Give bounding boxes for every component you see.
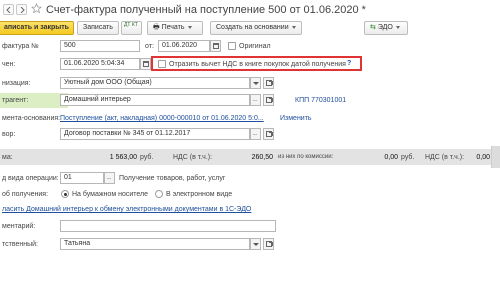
commission-currency: руб. xyxy=(401,154,415,161)
sum-value: 1 563,00 xyxy=(109,154,137,161)
save-button[interactable]: Записать xyxy=(77,21,119,35)
electronic-radio[interactable] xyxy=(155,190,163,198)
favorite-star-icon[interactable] xyxy=(31,3,42,14)
original-label: Оригинал xyxy=(239,43,271,50)
sum-currency: руб. xyxy=(140,154,154,161)
original-checkbox[interactable] xyxy=(228,42,236,50)
save-and-close-button[interactable]: аписать и закрыть xyxy=(0,21,74,35)
edo-button[interactable]: ⇆ ЭДО xyxy=(364,21,408,35)
contract-open-button[interactable] xyxy=(263,128,274,140)
edo-icon: ⇆ xyxy=(370,24,378,31)
organization-label: низация: xyxy=(2,80,31,87)
vat2-value: 0,00 xyxy=(476,154,490,161)
received-datetime-field[interactable]: 01.06.2020 5:04:34 xyxy=(60,58,140,70)
dt-kt-icon: ДТ КТ xyxy=(124,22,138,28)
forward-button[interactable] xyxy=(16,4,27,15)
vat-deduction-checkbox[interactable] xyxy=(158,60,166,68)
open-icon xyxy=(266,241,273,247)
print-label: Печать xyxy=(161,24,185,31)
kpp-link[interactable]: КПП 770301001 xyxy=(295,97,346,104)
calendar-icon xyxy=(213,43,219,49)
base-documents-label: мента-основания: xyxy=(2,115,61,122)
vat-label: НДС (в т.ч.): xyxy=(173,154,213,161)
counterparty-field[interactable]: Домашний интерьер xyxy=(60,94,250,106)
sum-label: ма: xyxy=(2,154,13,161)
invoice-number-label: фактура № xyxy=(2,43,39,50)
ellipsis-icon: ... xyxy=(107,175,111,181)
chevron-down-icon xyxy=(187,25,192,29)
contract-label: вор: xyxy=(2,131,16,138)
counterparty-select-button[interactable]: ... xyxy=(250,94,261,106)
contract-field[interactable]: Договор поставки № 345 от 01.12.2017 xyxy=(60,128,250,140)
comment-label: ментарий: xyxy=(2,223,36,230)
operation-code-select-button[interactable]: ... xyxy=(104,172,115,184)
create-based-on-button[interactable]: Создать на основании xyxy=(210,21,302,35)
help-icon[interactable]: ? xyxy=(347,60,351,67)
responsible-label: тственный: xyxy=(2,241,38,248)
paper-radio-label: На бумажном носителе xyxy=(72,191,149,198)
chevron-down-icon xyxy=(253,82,259,85)
commission-label: из них по комиссии: xyxy=(278,154,334,160)
edo-invite-link[interactable]: ласить Домашний интерьер к обмену электр… xyxy=(2,206,251,213)
create-based-on-label: Создать на основании xyxy=(216,24,289,31)
organization-field[interactable]: Уютный дом ООО (Общая) xyxy=(60,77,250,89)
invoice-date-label: от: xyxy=(145,43,154,50)
operation-description: Получение товаров, работ, услуг xyxy=(119,175,226,182)
print-button[interactable]: 🖶 Печать xyxy=(147,21,203,35)
open-icon xyxy=(266,80,273,86)
chevron-down-icon xyxy=(253,243,259,246)
vat-deduction-label: Отразить вычет НДС в книге покупок датой… xyxy=(169,61,346,68)
responsible-dropdown-button[interactable] xyxy=(250,238,261,250)
chevron-down-icon xyxy=(291,25,296,29)
electronic-radio-label: В электронном виде xyxy=(166,191,233,198)
counterparty-label: трагент: xyxy=(2,97,29,104)
edo-label: ЭДО xyxy=(377,24,393,31)
scrollbar[interactable] xyxy=(491,146,500,168)
dt-kt-button[interactable]: ДТ КТ xyxy=(121,21,142,35)
base-document-link[interactable]: Поступление (акт, накладная) 0000-000010… xyxy=(60,115,264,122)
calendar-button[interactable] xyxy=(140,58,151,70)
commission-value: 0,00 xyxy=(384,154,398,161)
received-label: чен: xyxy=(2,61,16,68)
page-title: Счет-фактура полученный на поступление 5… xyxy=(46,4,366,16)
operation-code-label: д вида операции: xyxy=(2,175,59,182)
calendar-button[interactable] xyxy=(210,40,221,52)
organization-dropdown-button[interactable] xyxy=(250,77,261,89)
open-icon xyxy=(266,97,273,103)
paper-radio[interactable] xyxy=(61,190,69,198)
open-icon xyxy=(266,131,273,137)
calendar-icon xyxy=(143,61,149,67)
organization-open-button[interactable] xyxy=(263,77,274,89)
responsible-open-button[interactable] xyxy=(263,238,274,250)
ellipsis-icon: ... xyxy=(253,131,257,137)
back-button[interactable] xyxy=(3,4,14,15)
chevron-down-icon xyxy=(395,25,400,29)
counterparty-open-button[interactable] xyxy=(263,94,274,106)
invoice-date-field[interactable]: 01.06.2020 xyxy=(158,40,210,52)
arrow-right-icon xyxy=(20,7,25,13)
operation-code-field[interactable]: 01 xyxy=(60,172,104,184)
change-link[interactable]: Изменить xyxy=(280,115,312,122)
responsible-field[interactable]: Татьяна xyxy=(60,238,250,250)
comment-field[interactable] xyxy=(60,220,276,232)
vat2-label: НДС (в т.ч.): xyxy=(425,154,465,161)
receipt-method-label: об получения: xyxy=(2,191,49,198)
vat-value: 260,50 xyxy=(251,154,273,161)
printer-icon: 🖶 xyxy=(153,24,162,31)
ellipsis-icon: ... xyxy=(253,97,257,103)
arrow-left-icon xyxy=(6,7,11,13)
invoice-number-field[interactable]: 500 xyxy=(60,40,140,52)
contract-select-button[interactable]: ... xyxy=(250,128,261,140)
